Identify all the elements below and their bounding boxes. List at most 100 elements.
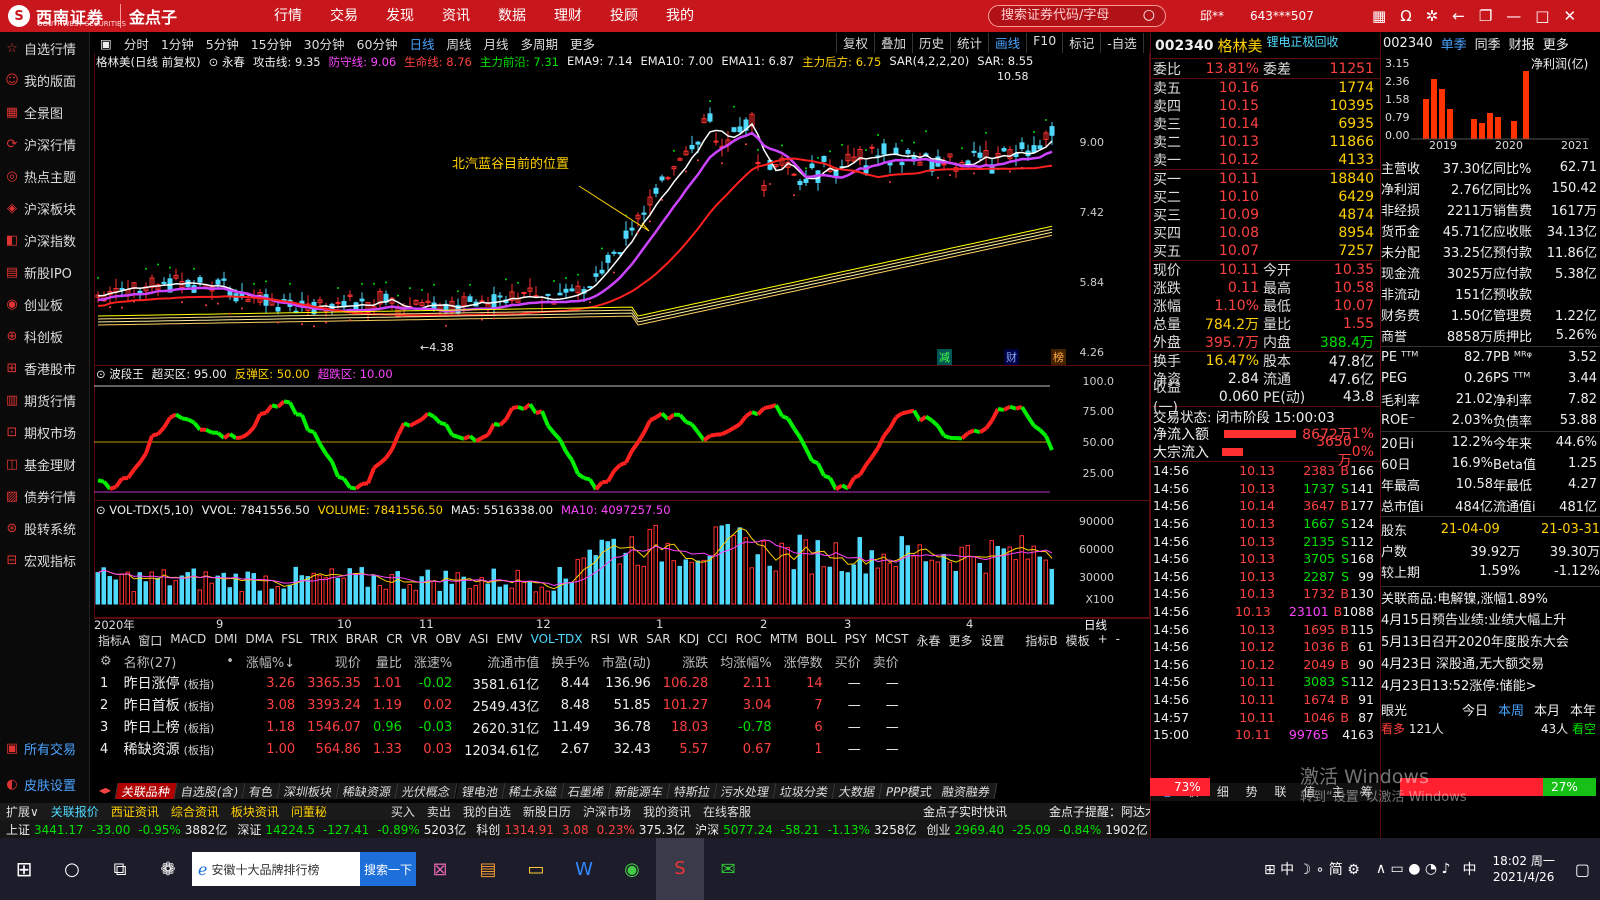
indicator-tab-4[interactable]: DMA [241,632,277,648]
news-item-0[interactable]: 4月15日预告业绩:业绩大幅上升 [1381,607,1600,629]
indicator-tab-22[interactable]: PSY [841,632,871,648]
search-input[interactable]: 搜索证券代码/字母 ○ [988,5,1166,27]
indicator-tab-2[interactable]: MACD [166,632,210,648]
cortana-icon[interactable]: ○ [48,859,96,880]
indicator-tab-1[interactable]: 窗口 [134,632,166,648]
sidebar-item-1[interactable]: ☺ 我的版面 [0,64,89,96]
bottom-tab-2[interactable]: 有色 [243,783,281,799]
toolbar-1[interactable]: 叠加 [874,33,912,53]
tab-same-quarter[interactable]: 同季 [1475,34,1501,53]
nav-item-0[interactable]: 行情 [260,0,316,32]
column-header[interactable]: 涨停数 [778,650,829,672]
toolbar-0[interactable]: 复权 [836,33,874,53]
close-icon[interactable]: ✕ [1563,7,1576,25]
index-item-3[interactable]: 沪深 5077.24 -58.21 -1.13% 3258亿 [695,821,916,838]
bottom-action-6[interactable]: 在线客服 [703,803,751,820]
bottom-link-4[interactable]: 板块资讯 [231,803,279,820]
nav-item-4[interactable]: 数据 [484,0,540,32]
news-item-2[interactable]: 4月23日 深股通,无大额交易 [1381,651,1600,673]
column-header[interactable]: 流通市值 [458,650,545,672]
nav-item-2[interactable]: 发现 [372,0,428,32]
back-icon[interactable]: ← [1452,7,1465,25]
indicator-tab-6[interactable]: TRIX [306,632,341,648]
gear-icon[interactable]: ✲ [1426,7,1439,25]
stock-app-icon[interactable]: S [656,838,704,900]
indicator-tab-0[interactable]: 指标A [94,632,134,648]
volume-chart[interactable] [94,518,1150,618]
nav-item-6[interactable]: 投顾 [596,0,652,32]
indicator-tab-13[interactable]: VOL-TDX [527,632,587,648]
bottom-link-3[interactable]: 综合资讯 [171,803,219,820]
period-2[interactable]: 5分钟 [200,34,245,53]
period-7[interactable]: 周线 [440,34,477,53]
indicator-right-1[interactable]: 模板 [1062,632,1094,648]
bottom-tab-6[interactable]: 锂电池 [455,783,505,799]
column-header[interactable]: 名称(27) [118,650,221,672]
ime-toolbar[interactable]: ⊞ 中 ☽ ∘ 简 ⚙ [1254,859,1370,879]
browser-icon[interactable]: ◉ [608,859,656,880]
sidebar-item-7[interactable]: ▤ 新股IPO [0,256,89,288]
column-header[interactable]: 换手% [545,650,595,672]
indicator-right-2[interactable]: + [1094,632,1112,648]
column-header[interactable]: 现价 [301,650,367,672]
tab-more[interactable]: 更多 [1543,34,1569,53]
tab-report[interactable]: 财报 [1509,34,1535,53]
sidebar-item-12[interactable]: ⊡ 期权市场 [0,416,89,448]
restore-icon[interactable]: ❐ [1479,7,1492,25]
vote-tab-today[interactable]: 今日 [1462,700,1488,719]
indicator-tab-21[interactable]: BOLL [802,632,841,648]
column-header[interactable]: 市盈(动) [596,650,657,672]
word-icon[interactable]: W [560,859,608,880]
plate-name[interactable]: 昨日涨停 (板指) [118,672,221,694]
table-row[interactable]: 4 稀缺资源 (板指) 1.00 564.86 1.33 0.03 12034.61亿 2.67… [94,738,905,760]
indicator-tab-14[interactable]: RSI [587,632,615,648]
maximize-icon[interactable]: □ [1535,7,1549,25]
sidebar-item-4[interactable]: ◎ 热点主题 [0,160,89,192]
indicator-tab-15[interactable]: WR [614,632,642,648]
kline-chart[interactable] [94,66,1150,366]
grid-icon[interactable]: ▦ [1372,7,1386,25]
task-view-icon[interactable]: ⧉ [96,859,144,880]
column-header[interactable]: 卖价 [867,650,905,672]
bottom-link-2[interactable]: 西证资讯 [111,803,159,820]
bottom-tab-7[interactable]: 稀土永磁 [502,783,564,799]
bottom-tab-12[interactable]: 垃圾分类 [773,783,836,799]
bottom-tab-4[interactable]: 稀缺资源 [337,783,399,799]
column-header[interactable]: 均涨幅% [714,650,777,672]
toolbar-4[interactable]: 画线 [988,33,1026,53]
bottom-action-5[interactable]: 我的资讯 [643,803,691,820]
toolbar-5[interactable]: F10 [1026,33,1062,53]
toolbar-3[interactable]: 统计 [950,33,988,53]
period-8[interactable]: 月线 [477,34,514,53]
taskbar-search-input[interactable]: ℯ 安徽十大品牌排行榜 [192,852,360,886]
bottom-action-0[interactable]: 买入 [391,803,415,820]
sidebar-item-6[interactable]: ◧ 沪深指数 [0,224,89,256]
minimize-icon[interactable]: — [1506,7,1521,25]
period-9[interactable]: 多周期 [515,34,565,53]
badge-rank[interactable]: 榜 [1051,349,1066,365]
period-4[interactable]: 30分钟 [298,34,351,53]
badge-finance[interactable]: 财 [1004,349,1019,365]
column-header[interactable]: 量比 [367,650,408,672]
indicator-tab-16[interactable]: SAR [642,632,674,648]
indicator-tab-18[interactable]: CCI [703,632,731,648]
notification-icon[interactable]: ▢ [1565,860,1600,879]
app-icon[interactable]: ❁ [144,859,192,880]
vote-tab-year[interactable]: 本年 [1570,700,1596,719]
sidebar-item-2[interactable]: ▦ 全景图 [0,96,89,128]
period-10[interactable]: 更多 [564,34,601,53]
tab-quarter[interactable]: 单季 [1441,34,1467,53]
indicator-tab-24[interactable]: 永春 [913,632,945,648]
indicator-tab-25[interactable]: 更多 [945,632,977,648]
sidebar-item-15[interactable]: ⊛ 股转系统 [0,512,89,544]
bottom-link-0[interactable]: 扩展∨ [6,803,39,820]
indicator-right-0[interactable]: 指标B [1021,632,1061,648]
tray-icons[interactable]: ∧ ▭ ● ◔ ♪ [1370,861,1457,877]
index-item-4[interactable]: 创业 2969.40 -25.09 -0.84% 1902亿 [926,821,1147,838]
badge-reduce[interactable]: 减 [937,349,952,365]
sidebar-item-3[interactable]: ⟳ 沪深行情 [0,128,89,160]
indicator-tab-11[interactable]: ASI [465,632,492,648]
indicator-tab-20[interactable]: MTM [766,632,802,648]
store-icon[interactable]: ⊠ [416,859,464,880]
indicator-tab-26[interactable]: 设置 [977,632,1009,648]
